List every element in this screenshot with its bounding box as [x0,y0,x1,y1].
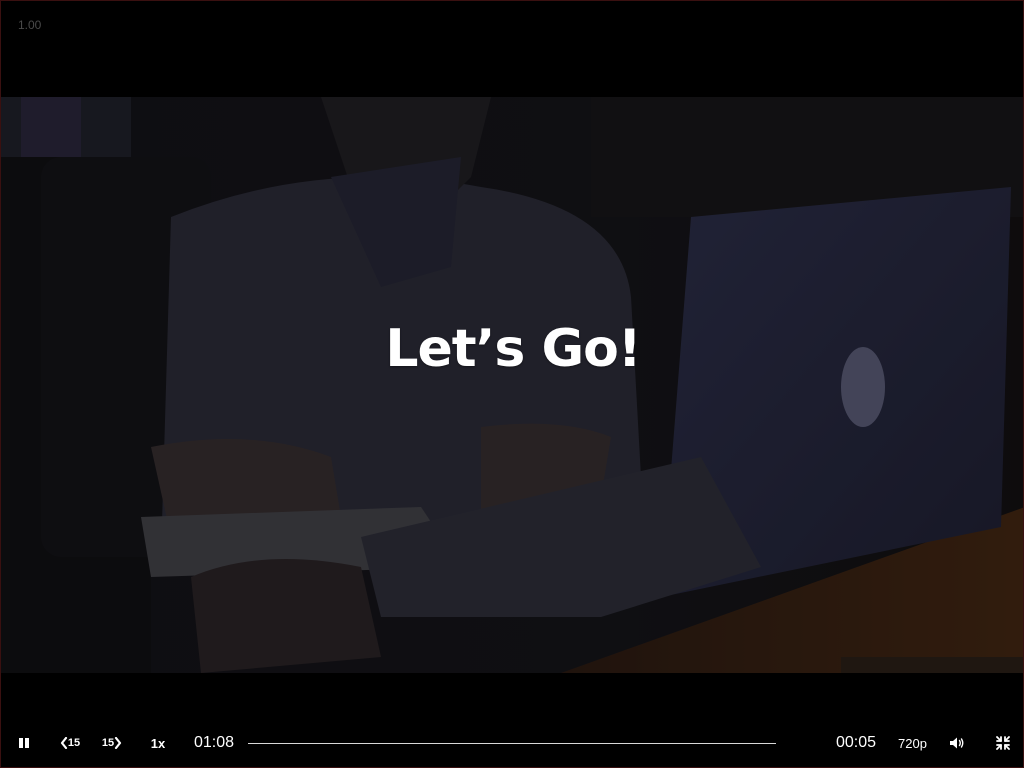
volume-button[interactable] [947,733,967,753]
skip-forward-icon [115,737,122,749]
pause-button[interactable] [15,733,33,753]
video-frame[interactable]: Let’s Go! [1,97,1023,673]
video-player: 1.00 Let’s Go! 15 15 1x 01:08 00:05 720p [0,0,1024,768]
quality-selector[interactable]: 720p [898,736,927,751]
playback-rate-button[interactable]: 1x [147,733,169,753]
skip-back-icon [60,737,67,749]
volume-icon [950,737,964,749]
skip-back-label: 15 [67,737,81,749]
version-label: 1.00 [18,18,42,32]
elapsed-time: 01:08 [194,734,235,751]
exit-fullscreen-button[interactable] [993,733,1013,753]
exit-fullscreen-icon [996,736,1010,750]
control-bar: 15 15 1x 01:08 00:05 720p [1,719,1023,767]
progress-bar[interactable] [248,743,776,744]
video-dim-overlay [1,97,1023,673]
overlay-title: Let’s Go! [385,319,641,379]
pause-icon [19,738,29,748]
skip-forward-button[interactable]: 15 [99,733,125,753]
skip-back-button[interactable]: 15 [57,733,83,753]
remaining-time: 00:05 [836,734,877,751]
skip-forward-label: 15 [101,737,115,749]
